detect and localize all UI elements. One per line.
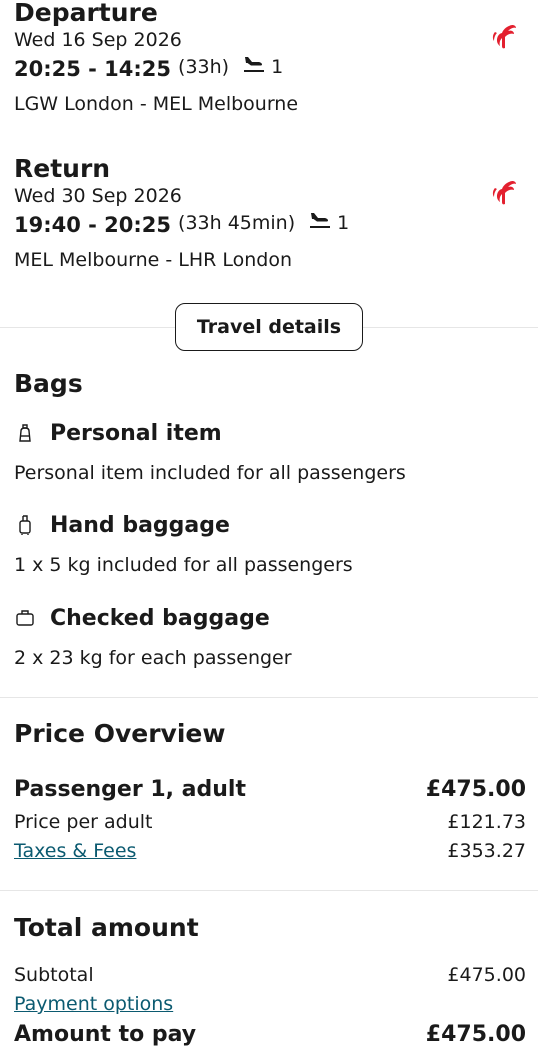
amount-to-pay-row: Amount to pay £475.00 (14, 1022, 526, 1047)
return-times-row: 19:40 - 20:25 (33h 45min) 1 (14, 212, 524, 238)
bag-item-desc: Personal item included for all passenger… (14, 462, 406, 484)
price-per-adult-value: £121.73 (447, 811, 526, 833)
departure-times-row: 20:25 - 14:25 (33h) 1 (14, 56, 524, 82)
bag-item-personal: Personal item Personal item included for… (14, 419, 524, 485)
departure-route: LGW London - MEL Melbourne (14, 93, 299, 115)
bag-item-hand: Hand baggage 1 x 5 kg included for all p… (14, 511, 524, 577)
total-amount-title: Total amount (14, 913, 199, 942)
bag-item-title: Hand baggage (50, 512, 230, 538)
price-per-adult-row: Price per adult £121.73 (14, 811, 526, 833)
bags-title: Bags (14, 369, 83, 398)
return-duration: (33h 45min) (178, 212, 296, 234)
return-times: 19:40 - 20:25 (14, 213, 172, 237)
checked-baggage-icon (14, 607, 36, 629)
price-per-adult-label: Price per adult (14, 811, 153, 833)
air-china-logo-icon (489, 22, 519, 52)
amount-to-pay-label: Amount to pay (14, 1022, 197, 1047)
payment-options-link[interactable]: Payment options (14, 993, 173, 1015)
departure-title: Departure (14, 0, 158, 27)
bag-item-desc: 1 x 5 kg included for all passengers (14, 554, 353, 576)
departure-times: 20:25 - 14:25 (14, 57, 172, 81)
departure-stops: 1 (271, 56, 284, 78)
hand-baggage-icon (14, 514, 36, 536)
bag-item-title: Checked baggage (50, 605, 270, 631)
taxes-fees-value: £353.27 (447, 840, 526, 862)
divider (0, 890, 538, 891)
personal-item-icon (14, 422, 36, 444)
payment-options-row: Payment options (14, 993, 526, 1015)
plane-landing-icon (309, 210, 331, 230)
air-china-logo-icon (489, 178, 519, 208)
travel-details-button[interactable]: Travel details (175, 303, 363, 351)
departure-section: Departure Wed 16 Sep 2026 20:25 - 14:25 … (14, 0, 524, 116)
departure-duration: (33h) (178, 56, 230, 78)
bag-item-title: Personal item (50, 420, 222, 446)
price-overview-title: Price Overview (14, 719, 226, 748)
amount-to-pay-value: £475.00 (425, 1022, 526, 1047)
divider (0, 697, 538, 698)
subtotal-row: Subtotal £475.00 (14, 964, 526, 986)
plane-landing-icon (243, 54, 265, 74)
passenger-row: Passenger 1, adult £475.00 (14, 777, 526, 802)
taxes-row: Taxes & Fees £353.27 (14, 840, 526, 862)
departure-date: Wed 16 Sep 2026 (14, 29, 182, 51)
return-stops: 1 (337, 212, 350, 234)
passenger-total: £475.00 (425, 777, 526, 802)
bag-item-desc: 2 x 23 kg for each passenger (14, 647, 292, 669)
return-section: Return Wed 30 Sep 2026 19:40 - 20:25 (33… (14, 156, 524, 272)
subtotal-value: £475.00 (447, 964, 526, 986)
return-route: MEL Melbourne - LHR London (14, 249, 293, 271)
taxes-fees-link[interactable]: Taxes & Fees (14, 840, 136, 862)
bag-item-checked: Checked baggage 2 x 23 kg for each passe… (14, 604, 524, 670)
passenger-label: Passenger 1, adult (14, 777, 246, 802)
booking-summary-page: Departure Wed 16 Sep 2026 20:25 - 14:25 … (0, 0, 538, 1048)
subtotal-label: Subtotal (14, 964, 94, 986)
return-title: Return (14, 154, 111, 183)
return-date: Wed 30 Sep 2026 (14, 185, 182, 207)
